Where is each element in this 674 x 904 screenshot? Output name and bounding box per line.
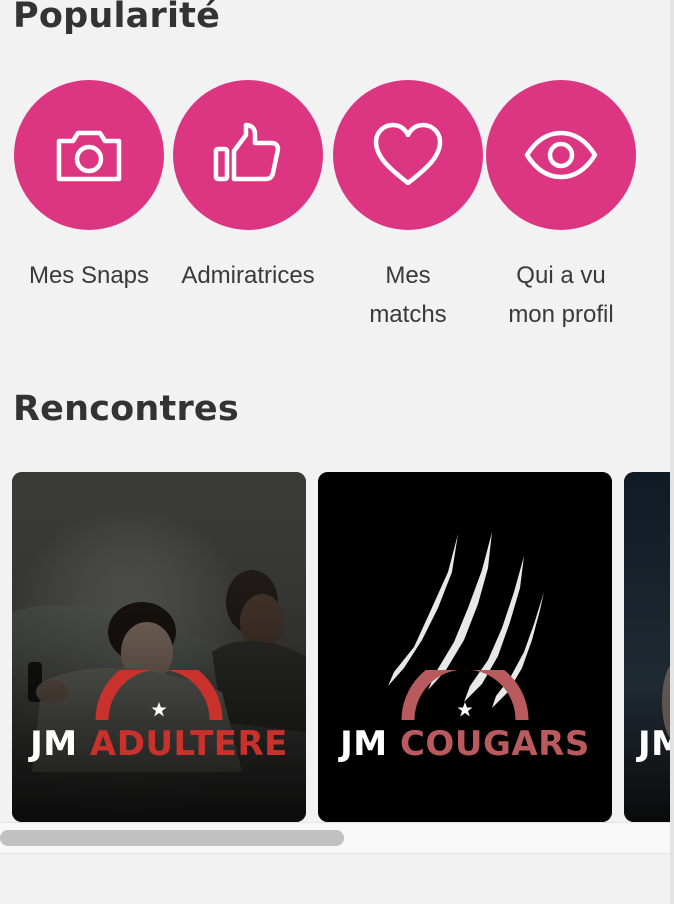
scrollbar-thumb[interactable] bbox=[0, 830, 344, 846]
thumbs-up-icon bbox=[213, 122, 281, 182]
pop-item-matchs[interactable]: Mes matchs bbox=[328, 80, 488, 334]
section-title-rencontres: Rencontres bbox=[13, 389, 239, 429]
card-title: JM ADULTERE bbox=[30, 724, 288, 764]
heart-icon bbox=[373, 122, 443, 186]
pop-item-vu-profil[interactable]: Qui a vu mon profil bbox=[481, 80, 641, 334]
jm-cougars-logo: JM COUGARS bbox=[318, 670, 612, 770]
eye-icon bbox=[524, 130, 598, 180]
card-jm-cougars[interactable]: JM COUGARS bbox=[318, 472, 612, 822]
pop-item-snaps[interactable]: Mes Snaps bbox=[9, 80, 169, 295]
matchs-button[interactable] bbox=[333, 80, 483, 230]
card-jm-adultere[interactable]: JM ADULTERE bbox=[12, 472, 306, 822]
vu-profil-label: Qui a vu mon profil bbox=[508, 262, 614, 328]
card-title: JM COUGARS bbox=[340, 724, 590, 764]
snaps-label: Mes Snaps bbox=[28, 262, 150, 289]
vu-profil-button[interactable] bbox=[486, 80, 636, 230]
jm-logo-partial: JM bbox=[624, 670, 670, 770]
page-right-edge bbox=[670, 0, 674, 904]
carousel-scrollbar[interactable] bbox=[0, 822, 670, 854]
section-title-popularite: Popularité bbox=[13, 0, 221, 36]
jm-adultere-logo: JM ADULTERE bbox=[12, 670, 306, 770]
arc-star-icon bbox=[401, 670, 529, 720]
snaps-button[interactable] bbox=[14, 80, 164, 230]
card-title: JM bbox=[638, 724, 670, 764]
rencontres-carousel[interactable]: JM ADULTERE JM COUGARS JM bbox=[0, 472, 670, 822]
card-jm-partial[interactable]: JM bbox=[624, 472, 670, 822]
pop-item-admiratrices[interactable]: Admiratrices bbox=[168, 80, 328, 295]
matchs-label: Mes matchs bbox=[369, 262, 447, 328]
admiratrices-label: Admiratrices bbox=[181, 262, 315, 289]
camera-icon bbox=[56, 130, 122, 182]
admiratrices-button[interactable] bbox=[173, 80, 323, 230]
arc-star-icon bbox=[95, 670, 223, 720]
